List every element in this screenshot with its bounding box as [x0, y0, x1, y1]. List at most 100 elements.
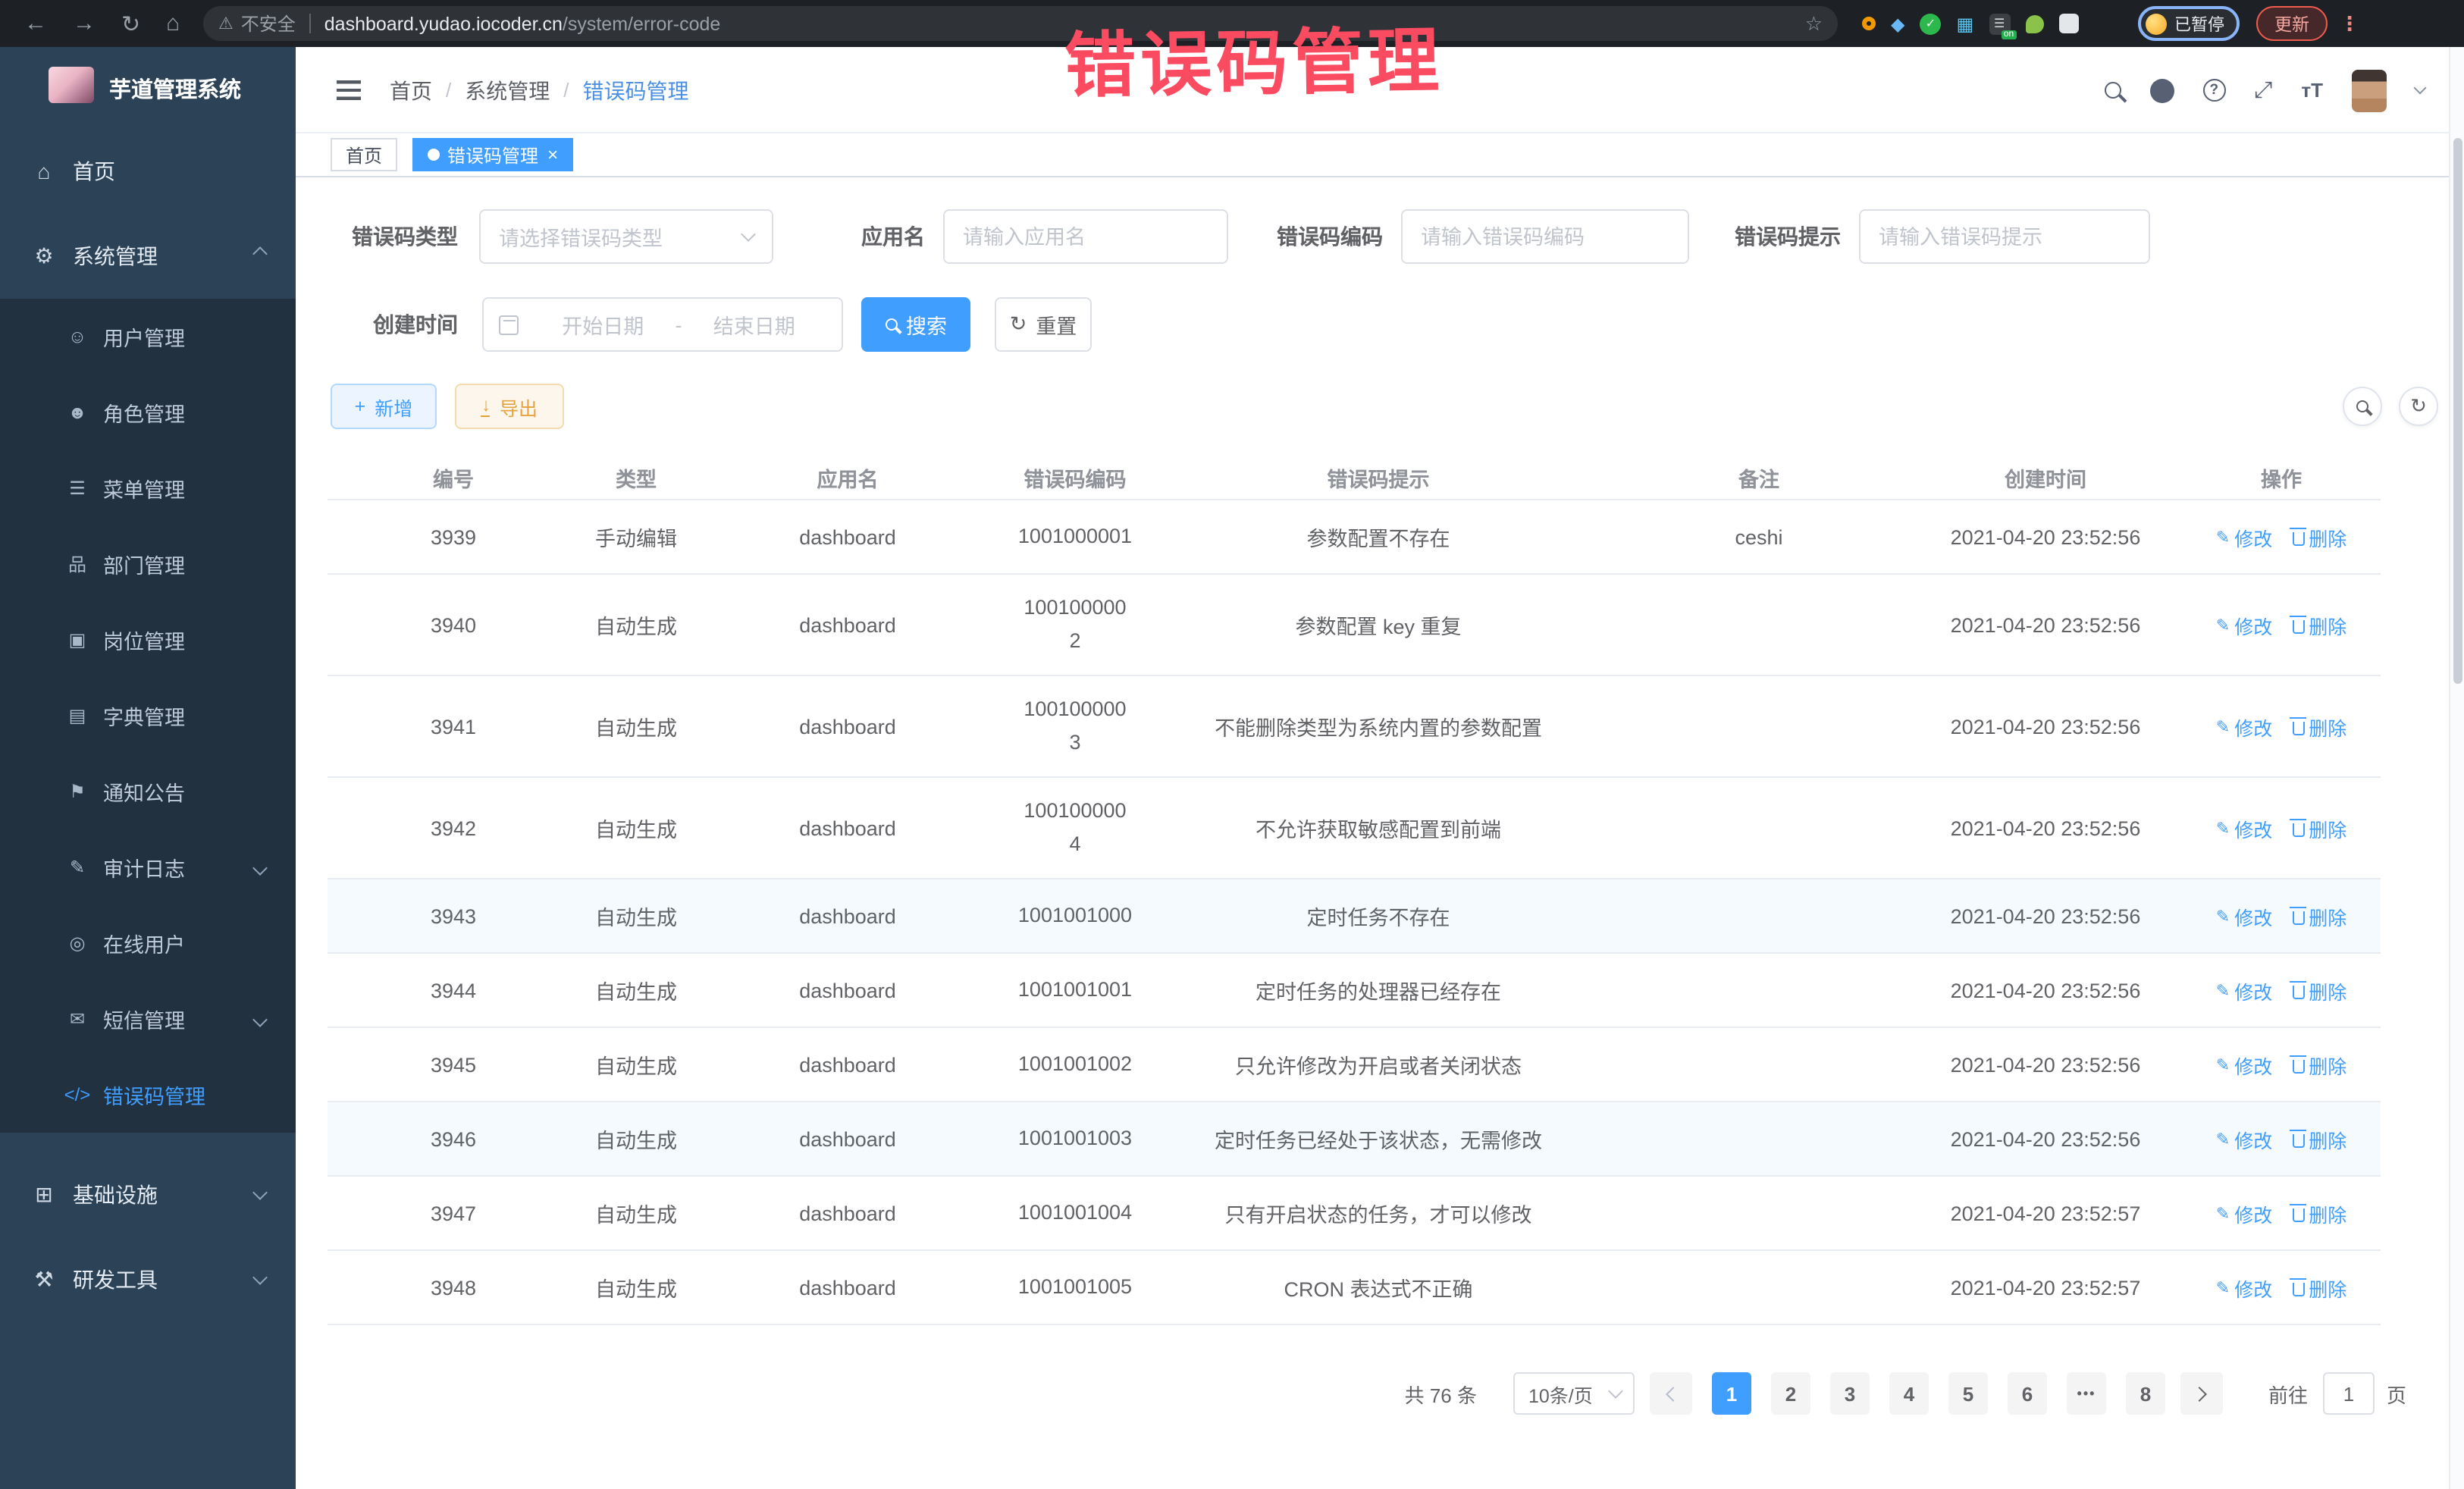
- sidebar-logo[interactable]: 芋道管理系统: [0, 47, 296, 129]
- sidebar-subitem[interactable]: ✉ 短信管理: [0, 981, 296, 1057]
- sidebar-item-infra[interactable]: ⊞ 基础设施: [0, 1152, 296, 1237]
- sidebar-subitem[interactable]: ✎ 审计日志: [0, 829, 296, 905]
- type-select[interactable]: 请选择错误码类型: [479, 209, 773, 264]
- fontsize-icon[interactable]: тT: [2301, 79, 2323, 102]
- sidebar-subitem[interactable]: ◎ 在线用户: [0, 905, 296, 981]
- search-icon[interactable]: [2104, 82, 2121, 99]
- edit-link[interactable]: ✎修改: [2216, 610, 2272, 639]
- table-row[interactable]: 3947 自动生成 dashboard 1001001004 只有开启状态的任务…: [328, 1177, 2381, 1251]
- table-row[interactable]: 3948 自动生成 dashboard 1001001005 CRON 表达式不…: [328, 1251, 2381, 1325]
- page-button[interactable]: 1: [1712, 1372, 1751, 1415]
- check-ext-icon[interactable]: ✓: [1920, 13, 1941, 34]
- security-chip[interactable]: 不安全: [241, 11, 296, 36]
- sidebar-subitem[interactable]: ▣ 岗位管理: [0, 602, 296, 678]
- page-button[interactable]: 4: [1889, 1372, 1929, 1415]
- forward-icon[interactable]: →: [73, 11, 96, 36]
- sidebar-item-devtools[interactable]: ⚒ 研发工具: [0, 1237, 296, 1322]
- search-button[interactable]: 搜索: [861, 297, 970, 352]
- page-button[interactable]: 8: [2126, 1372, 2165, 1415]
- reload-icon[interactable]: ↻: [121, 10, 140, 37]
- page-button[interactable]: 2: [1771, 1372, 1810, 1415]
- delete-link[interactable]: 删除: [2292, 901, 2346, 930]
- sidebar-item-system[interactable]: ⚙ 系统管理: [0, 214, 296, 299]
- edit-link[interactable]: ✎修改: [2216, 522, 2272, 551]
- url-bar[interactable]: ⚠ 不安全 dashboard.yudao.iocoder.cn /system…: [203, 6, 1838, 41]
- app-input[interactable]: [963, 225, 1208, 248]
- help-icon[interactable]: ?: [2202, 79, 2225, 102]
- add-button[interactable]: + 新增: [331, 384, 437, 429]
- tab-home[interactable]: 首页: [331, 138, 397, 171]
- close-icon[interactable]: ×: [547, 144, 558, 165]
- table-row[interactable]: 3939 手动编辑 dashboard 1001000001 参数配置不存在 c…: [328, 500, 2381, 575]
- delete-link[interactable]: 删除: [2292, 1199, 2346, 1227]
- reset-button[interactable]: ↻ 重置: [995, 297, 1092, 352]
- delete-link[interactable]: 删除: [2292, 522, 2346, 551]
- sidebar-item-home[interactable]: ⌂ 首页: [0, 129, 296, 214]
- goto-page-input[interactable]: [2323, 1372, 2375, 1415]
- user-avatar[interactable]: [2352, 69, 2387, 111]
- page-button[interactable]: 5: [1948, 1372, 1988, 1415]
- collapse-sidebar-icon[interactable]: [337, 80, 361, 100]
- table-row[interactable]: 3940 自动生成 dashboard 100100000 2 参数配置 key…: [328, 575, 2381, 676]
- toggle-search-button[interactable]: [2343, 387, 2382, 426]
- delete-link[interactable]: 删除: [2292, 813, 2346, 842]
- profile-paused-chip[interactable]: 已暂停: [2138, 6, 2240, 41]
- edit-link[interactable]: ✎修改: [2216, 1199, 2272, 1227]
- page-button[interactable]: 3: [1830, 1372, 1870, 1415]
- sidebar-subitem[interactable]: ▤ 字典管理: [0, 678, 296, 754]
- extension-orange-icon[interactable]: [1862, 17, 1876, 30]
- fullscreen-icon[interactable]: ⤢: [2254, 77, 2272, 103]
- sidebar-subitem[interactable]: ⚑ 通知公告: [0, 754, 296, 829]
- date-end[interactable]: 结束日期: [682, 309, 827, 340]
- edit-link[interactable]: ✎修改: [2216, 712, 2272, 741]
- extension-green-icon[interactable]: [2025, 14, 2043, 33]
- back-icon[interactable]: ←: [24, 11, 47, 36]
- sidebar-subitem[interactable]: ☰ 菜单管理: [0, 450, 296, 526]
- next-page-button[interactable]: [2180, 1372, 2223, 1415]
- date-range-picker[interactable]: 开始日期 - 结束日期: [482, 297, 843, 352]
- delete-link[interactable]: 删除: [2292, 1124, 2346, 1153]
- sidebar-subitem[interactable]: 品 部门管理: [0, 526, 296, 602]
- table-row[interactable]: 3941 自动生成 dashboard 100100000 3 不能删除类型为系…: [328, 676, 2381, 778]
- page-size-select[interactable]: 10条/页: [1513, 1372, 1635, 1415]
- table-row[interactable]: 3945 自动生成 dashboard 1001001002 只允许修改为开启或…: [328, 1028, 2381, 1102]
- breadcrumb-system[interactable]: 系统管理: [465, 75, 550, 105]
- star-icon[interactable]: ☆: [1805, 11, 1823, 36]
- tab-error-code[interactable]: 错误码管理 ×: [412, 138, 573, 171]
- edit-link[interactable]: ✎修改: [2216, 901, 2272, 930]
- breadcrumb-home[interactable]: 首页: [390, 75, 432, 105]
- delete-link[interactable]: 删除: [2292, 1050, 2346, 1079]
- msg-input[interactable]: [1879, 225, 2130, 248]
- edit-link[interactable]: ✎修改: [2216, 1273, 2272, 1302]
- prev-page-button[interactable]: [1650, 1372, 1692, 1415]
- date-start[interactable]: 开始日期: [531, 309, 676, 340]
- sidebar-subitem[interactable]: ☺ 用户管理: [0, 299, 296, 375]
- grid-ext-icon[interactable]: ▦: [1956, 13, 1973, 34]
- home-icon[interactable]: ⌂: [166, 11, 180, 36]
- list-ext-icon[interactable]: ☰on: [1989, 13, 2010, 34]
- delete-link[interactable]: 删除: [2292, 712, 2346, 741]
- chevron-down-icon[interactable]: [2414, 82, 2427, 95]
- scrollbar-thumb[interactable]: [2453, 138, 2462, 684]
- browser-update-button[interactable]: 更新: [2256, 6, 2328, 41]
- edit-link[interactable]: ✎修改: [2216, 1124, 2272, 1153]
- puzzle-icon[interactable]: [2058, 14, 2078, 33]
- edit-link[interactable]: ✎修改: [2216, 813, 2272, 842]
- sidebar-subitem[interactable]: ☻ 角色管理: [0, 375, 296, 450]
- delete-link[interactable]: 删除: [2292, 610, 2346, 639]
- table-row[interactable]: 3944 自动生成 dashboard 1001001001 定时任务的处理器已…: [328, 954, 2381, 1028]
- page-button[interactable]: 6: [2008, 1372, 2047, 1415]
- scrollbar[interactable]: [2449, 47, 2464, 1489]
- refresh-table-button[interactable]: ↻: [2399, 387, 2438, 426]
- page-button[interactable]: •••: [2067, 1372, 2106, 1415]
- delete-link[interactable]: 删除: [2292, 976, 2346, 1005]
- edit-link[interactable]: ✎修改: [2216, 976, 2272, 1005]
- table-row[interactable]: 3942 自动生成 dashboard 100100000 4 不允许获取敏感配…: [328, 778, 2381, 879]
- github-icon[interactable]: [2149, 78, 2174, 102]
- code-input[interactable]: [1421, 225, 1669, 248]
- delete-link[interactable]: 删除: [2292, 1273, 2346, 1302]
- table-row[interactable]: 3946 自动生成 dashboard 1001001003 定时任务已经处于该…: [328, 1102, 2381, 1177]
- edit-link[interactable]: ✎修改: [2216, 1050, 2272, 1079]
- sidebar-subitem[interactable]: </> 错误码管理: [0, 1057, 296, 1133]
- table-row[interactable]: 3943 自动生成 dashboard 1001001000 定时任务不存在 2…: [328, 879, 2381, 954]
